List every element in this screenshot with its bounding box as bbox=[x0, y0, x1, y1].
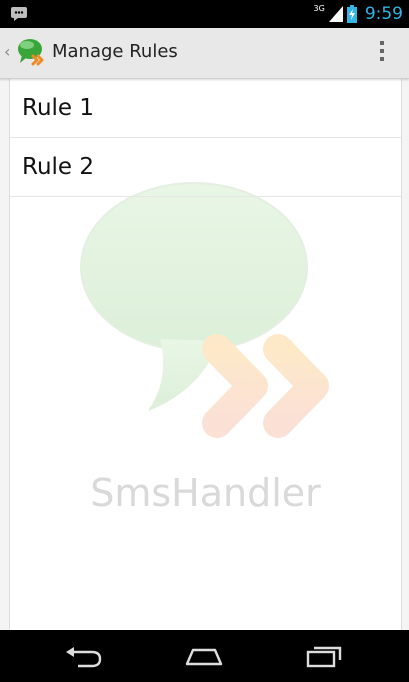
list-item[interactable]: Rule 2 bbox=[10, 138, 401, 197]
rule-label: Rule 2 bbox=[22, 154, 95, 180]
back-icon[interactable] bbox=[64, 644, 104, 668]
network-type-label: 3G bbox=[313, 3, 325, 13]
overflow-menu-icon[interactable] bbox=[377, 41, 387, 65]
content-area: SmsHandler Rule 1 Rule 2 bbox=[0, 79, 409, 630]
signal-icon bbox=[328, 6, 343, 22]
page-title: Manage Rules bbox=[52, 41, 178, 62]
message-notification-icon bbox=[11, 7, 27, 21]
smshandler-app-icon[interactable] bbox=[16, 36, 48, 68]
clock: 9:59 bbox=[364, 4, 403, 24]
recent-apps-icon[interactable] bbox=[304, 644, 344, 668]
list-item[interactable]: Rule 1 bbox=[10, 79, 401, 138]
navigation-bar bbox=[0, 630, 409, 682]
battery-icon bbox=[346, 5, 357, 23]
watermark-text: SmsHandler bbox=[90, 471, 321, 515]
home-icon[interactable] bbox=[184, 644, 224, 668]
rule-list: Rule 1 Rule 2 bbox=[10, 79, 401, 197]
status-bar: 3G 9:59 bbox=[0, 0, 409, 28]
up-caret-icon[interactable]: ‹ bbox=[4, 42, 10, 61]
rule-label: Rule 1 bbox=[22, 95, 95, 121]
action-bar: ‹ Manage Rules bbox=[0, 28, 409, 79]
rules-panel: SmsHandler Rule 1 Rule 2 bbox=[9, 79, 402, 630]
